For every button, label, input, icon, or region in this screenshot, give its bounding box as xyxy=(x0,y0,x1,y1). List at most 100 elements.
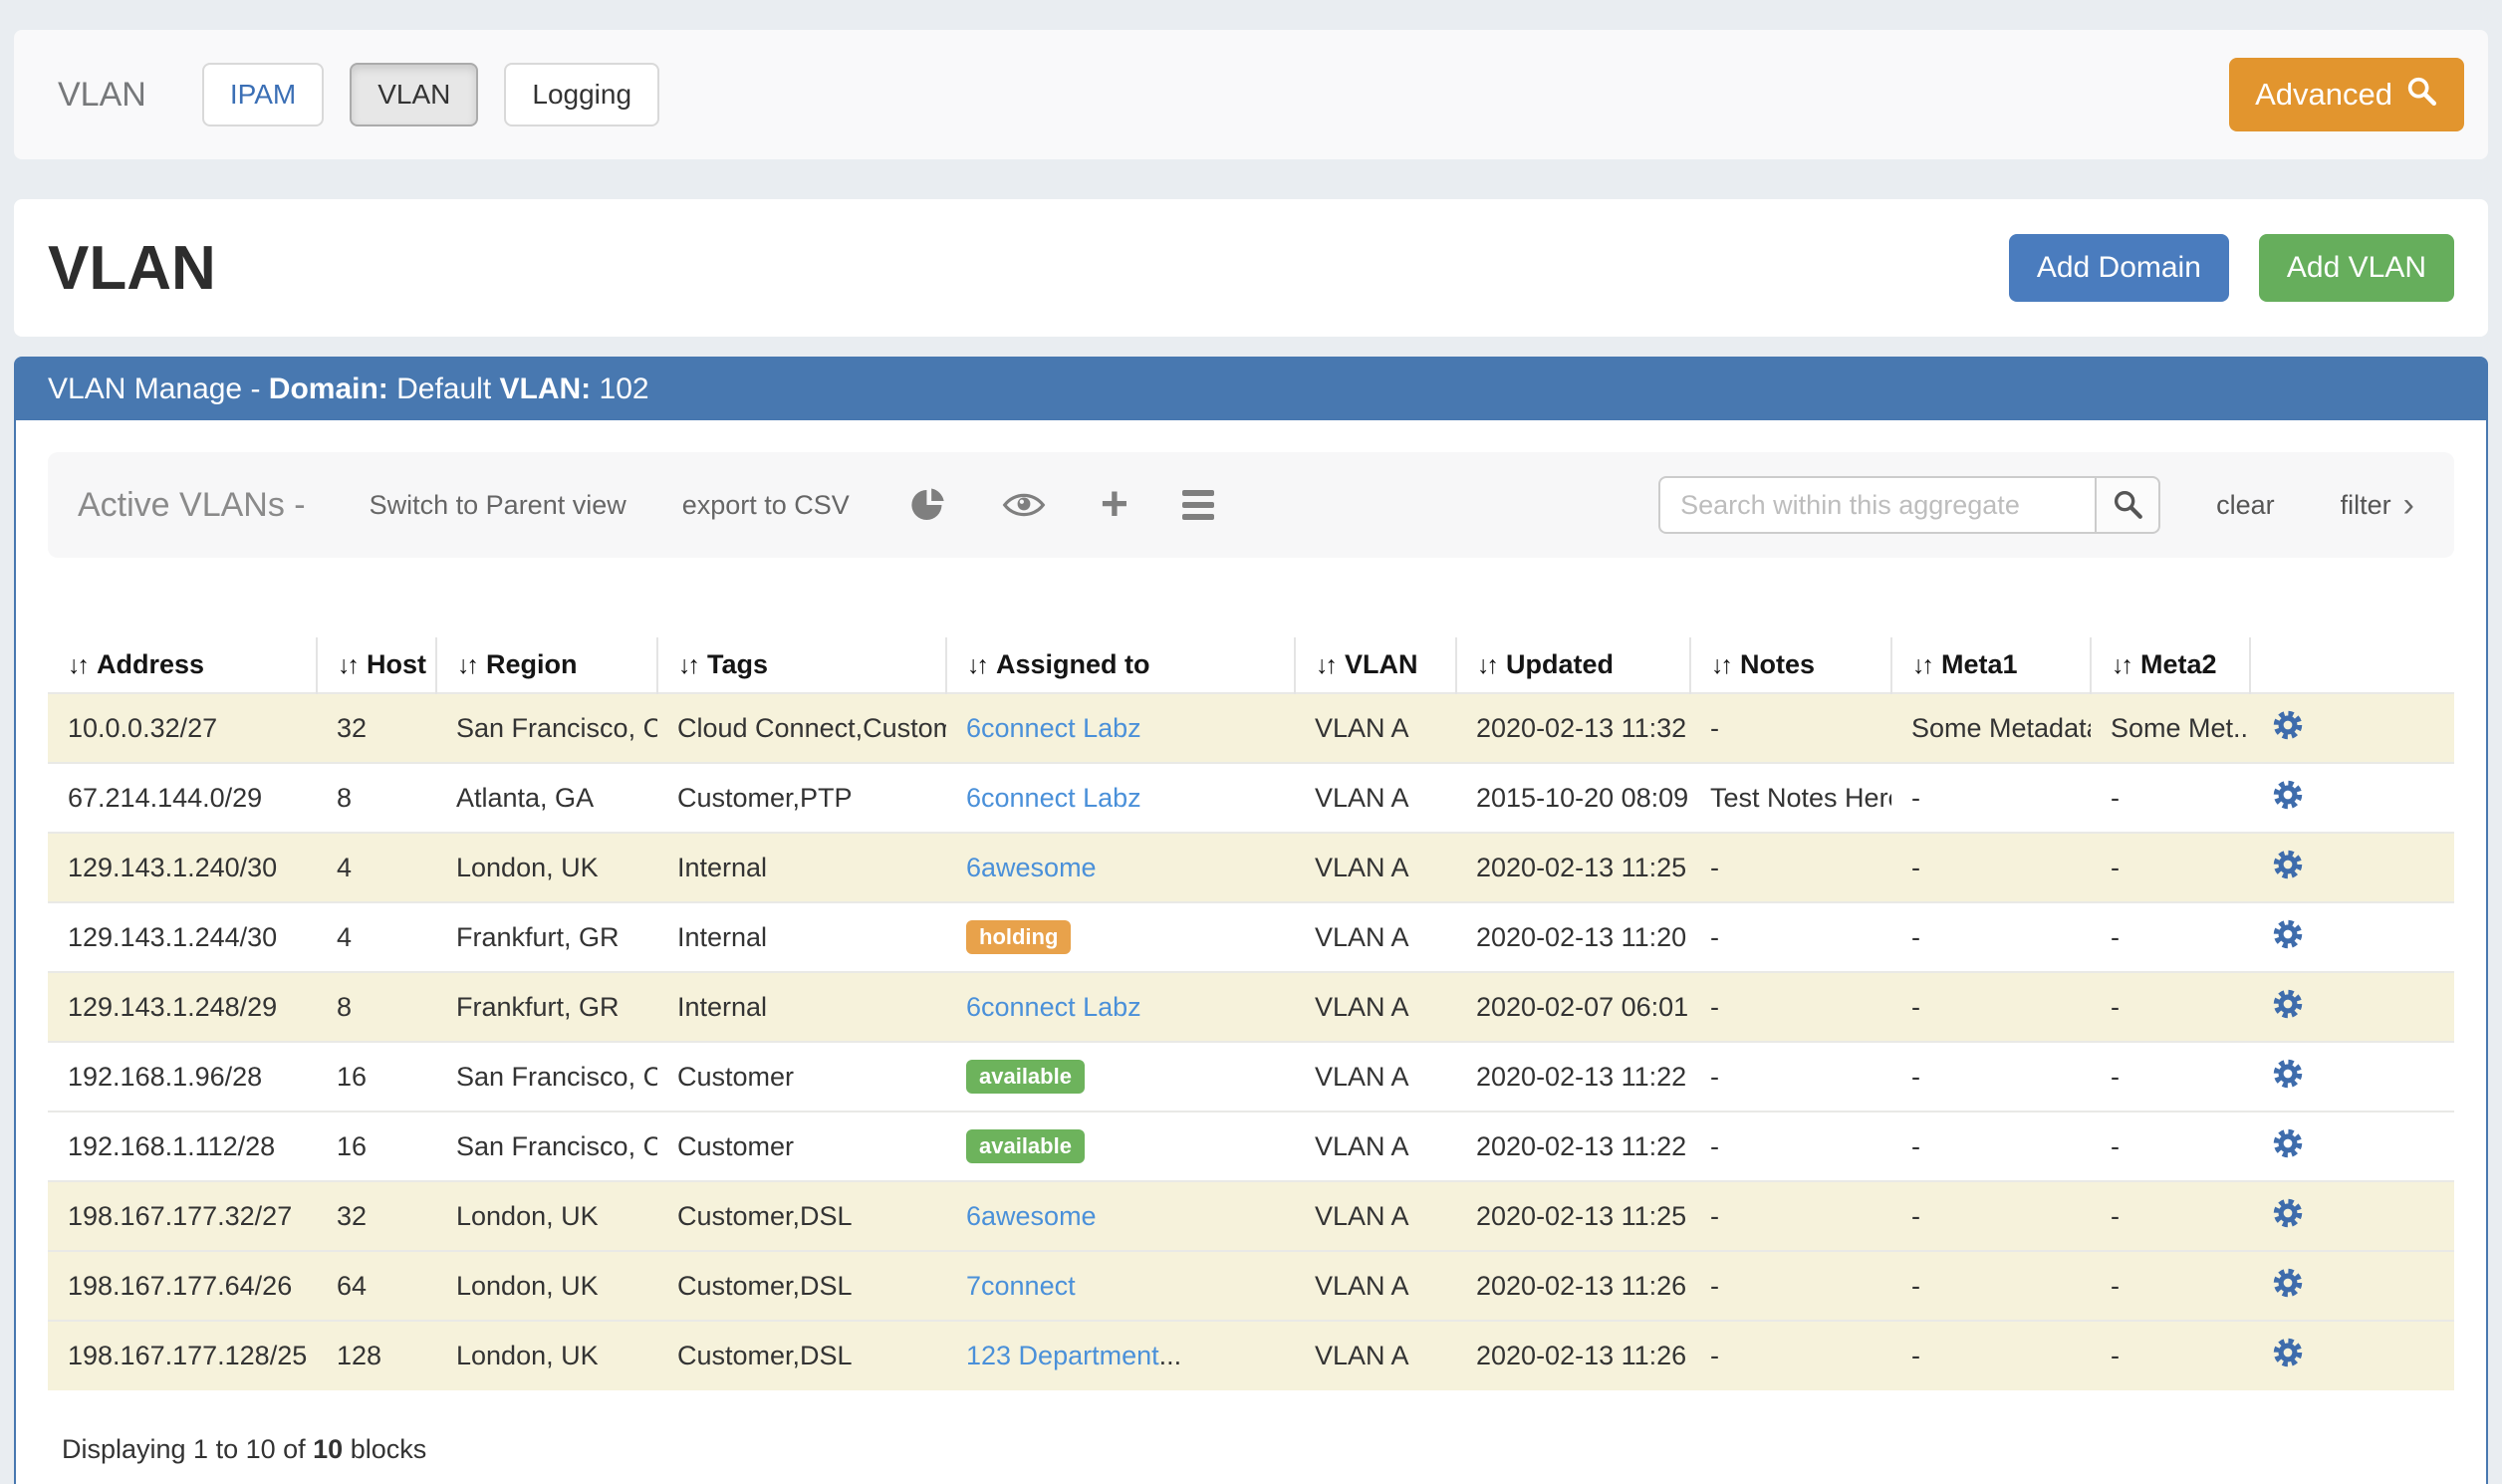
column-header-meta2[interactable]: ↓↑Meta2 xyxy=(2091,637,2250,693)
gear-icon[interactable] xyxy=(2270,1195,2306,1231)
tab-ipam[interactable]: IPAM xyxy=(202,63,324,126)
cell-actions xyxy=(2250,1321,2454,1390)
cell-vlan: VLAN A xyxy=(1295,902,1456,972)
add-domain-button[interactable]: Add Domain xyxy=(2009,234,2229,302)
cell-actions xyxy=(2250,1042,2454,1112)
cell-region: London, UK xyxy=(436,1251,657,1321)
gear-icon[interactable] xyxy=(2270,1335,2306,1370)
cell-meta1: - xyxy=(1891,1251,2091,1321)
gear-icon[interactable] xyxy=(2270,916,2306,952)
cell-updated: 2015-10-20 08:09 xyxy=(1456,763,1690,833)
menu-icon[interactable] xyxy=(1182,490,1214,520)
cell-meta2: - xyxy=(2091,1042,2250,1112)
column-header-meta1[interactable]: ↓↑Meta1 xyxy=(1891,637,2091,693)
gear-icon[interactable] xyxy=(2270,777,2306,813)
plus-icon[interactable]: + xyxy=(1101,481,1128,529)
assigned-link[interactable]: 7connect xyxy=(966,1271,1076,1301)
cell-notes: - xyxy=(1690,972,1891,1042)
cell-address: 192.168.1.112/28 xyxy=(48,1112,317,1181)
gear-icon[interactable] xyxy=(2270,1265,2306,1301)
filter-link[interactable]: filter › xyxy=(2341,488,2414,522)
advanced-search-label: Advanced xyxy=(2255,77,2392,113)
table-row: 192.168.1.112/28 16 San Francisco, CA Cu… xyxy=(48,1112,2454,1181)
toolbar-link-export-to-csv[interactable]: export to CSV xyxy=(682,490,850,521)
cell-updated: 2020-02-07 06:01 xyxy=(1456,972,1690,1042)
cell-assigned-to: 6connect Labz xyxy=(946,763,1295,833)
clear-link[interactable]: clear xyxy=(2216,490,2275,521)
cell-actions xyxy=(2250,1112,2454,1181)
column-header-region[interactable]: ↓↑Region xyxy=(436,637,657,693)
table-row: 198.167.177.128/25 128 London, UK Custom… xyxy=(48,1321,2454,1390)
assigned-link[interactable]: 6awesome xyxy=(966,853,1097,882)
nav-tabs: IPAM VLAN Logging xyxy=(202,63,659,126)
cell-actions xyxy=(2250,1181,2454,1251)
cell-vlan: VLAN A xyxy=(1295,1251,1456,1321)
column-header-vlan[interactable]: ↓↑VLAN xyxy=(1295,637,1456,693)
add-vlan-button[interactable]: Add VLAN xyxy=(2259,234,2454,302)
gear-icon[interactable] xyxy=(2270,1056,2306,1092)
column-header-notes[interactable]: ↓↑Notes xyxy=(1690,637,1891,693)
search-group xyxy=(1658,476,2160,534)
search-icon xyxy=(2111,487,2144,524)
assigned-link[interactable]: 123 Department xyxy=(966,1341,1159,1370)
assigned-link[interactable]: 6connect Labz xyxy=(966,713,1141,743)
cell-region: London, UK xyxy=(436,1321,657,1390)
cell-tags: Customer xyxy=(657,1112,946,1181)
cell-region: London, UK xyxy=(436,833,657,902)
cell-actions xyxy=(2250,1251,2454,1321)
toolbar-link-switch-to-parent-view[interactable]: Switch to Parent view xyxy=(370,490,626,521)
cell-assigned-to: 123 Department... xyxy=(946,1321,1295,1390)
cell-vlan: VLAN A xyxy=(1295,972,1456,1042)
cell-notes: Test Notes Here xyxy=(1690,763,1891,833)
toolbar-links: Switch to Parent view export to CSV xyxy=(370,490,850,521)
cell-address: 198.167.177.128/25 xyxy=(48,1321,317,1390)
gear-icon[interactable] xyxy=(2270,1125,2306,1161)
column-header-updated[interactable]: ↓↑Updated xyxy=(1456,637,1690,693)
cell-meta2: - xyxy=(2091,972,2250,1042)
advanced-search-button[interactable]: Advanced xyxy=(2229,58,2464,131)
search-submit-button[interactable] xyxy=(2095,476,2160,534)
gear-icon[interactable] xyxy=(2270,847,2306,882)
gear-icon[interactable] xyxy=(2270,707,2306,743)
column-header-address[interactable]: ↓↑Address xyxy=(48,637,317,693)
search-input[interactable] xyxy=(1658,476,2095,534)
cell-meta1: - xyxy=(1891,1181,2091,1251)
cell-host: 4 xyxy=(317,902,436,972)
search-icon xyxy=(2404,74,2438,116)
pie-chart-icon[interactable] xyxy=(909,486,947,524)
gear-icon[interactable] xyxy=(2270,986,2306,1022)
header-actions: Add Domain Add VLAN xyxy=(2009,234,2454,302)
cell-region: San Francisco, CA xyxy=(436,1112,657,1181)
cell-host: 16 xyxy=(317,1112,436,1181)
column-header-assigned-to[interactable]: ↓↑Assigned to xyxy=(946,637,1295,693)
assigned-link[interactable]: 6awesome xyxy=(966,1201,1097,1231)
cell-notes: - xyxy=(1690,902,1891,972)
tab-logging[interactable]: Logging xyxy=(504,63,659,126)
column-header-host[interactable]: ↓↑Host xyxy=(317,637,436,693)
eye-icon[interactable] xyxy=(1001,490,1047,520)
assigned-link[interactable]: 6connect Labz xyxy=(966,992,1141,1022)
cell-assigned-to: 6connect Labz xyxy=(946,972,1295,1042)
table-row: 10.0.0.32/27 32 San Francisco, CA Cloud … xyxy=(48,693,2454,763)
table-row: 67.214.144.0/29 8 Atlanta, GA Customer,P… xyxy=(48,763,2454,833)
cell-notes: - xyxy=(1690,1251,1891,1321)
cell-meta2: - xyxy=(2091,1112,2250,1181)
cell-actions xyxy=(2250,693,2454,763)
cell-assigned-to: 6connect Labz xyxy=(946,693,1295,763)
cell-notes: - xyxy=(1690,1112,1891,1181)
assigned-link[interactable]: 6connect Labz xyxy=(966,783,1141,813)
column-header-tags[interactable]: ↓↑Tags xyxy=(657,637,946,693)
panel-title: VLAN Manage - Domain: Default VLAN: 102 xyxy=(48,372,649,406)
cell-address: 129.143.1.240/30 xyxy=(48,833,317,902)
tab-vlan[interactable]: VLAN xyxy=(350,63,478,126)
cell-updated: 2020-02-13 11:25 xyxy=(1456,833,1690,902)
column-header-actions xyxy=(2250,637,2454,693)
cell-host: 32 xyxy=(317,693,436,763)
cell-vlan: VLAN A xyxy=(1295,693,1456,763)
cell-meta2: Some Met... xyxy=(2091,693,2250,763)
cell-updated: 2020-02-13 11:26 xyxy=(1456,1321,1690,1390)
nav-brand[interactable]: VLAN xyxy=(58,76,146,115)
table-header-row: ↓↑Address↓↑Host↓↑Region↓↑Tags↓↑Assigned … xyxy=(48,637,2454,693)
cell-vlan: VLAN A xyxy=(1295,1321,1456,1390)
cell-host: 4 xyxy=(317,833,436,902)
